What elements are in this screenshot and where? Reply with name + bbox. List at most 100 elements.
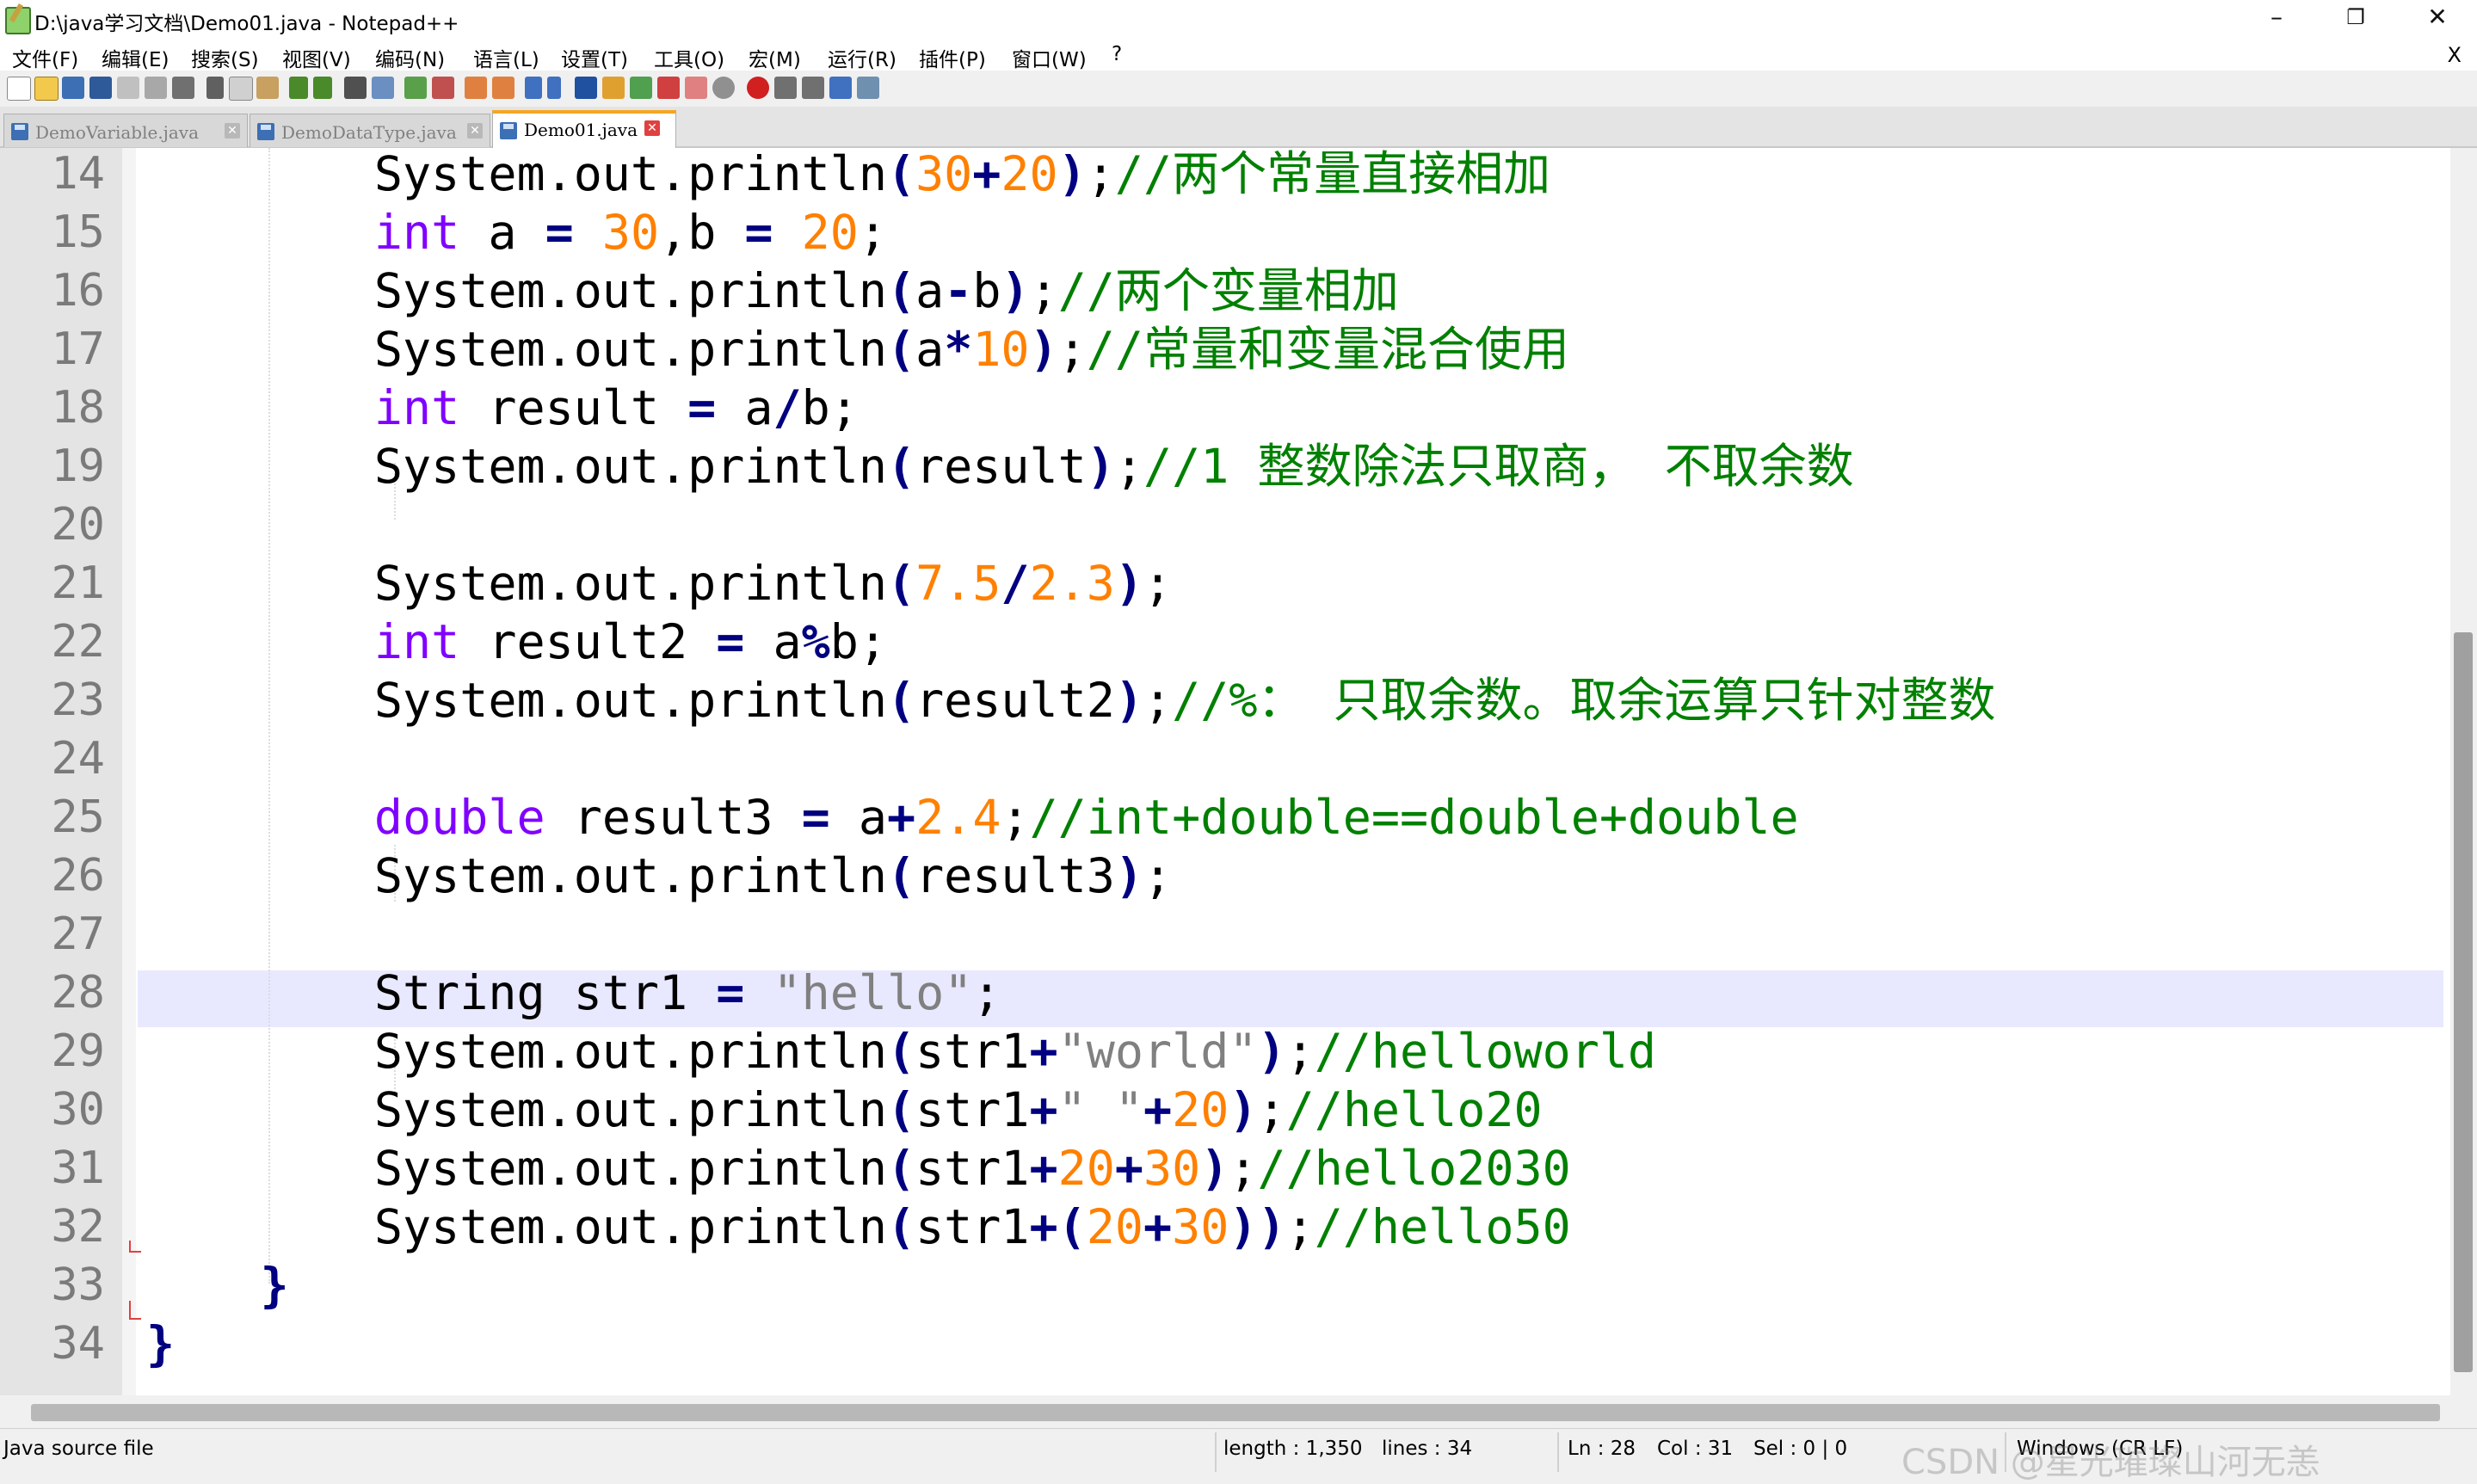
stop-record-icon[interactable] <box>774 77 797 99</box>
code-token: ) <box>1001 263 1030 318</box>
redo-icon[interactable] <box>313 77 332 99</box>
cut-icon[interactable] <box>206 77 224 99</box>
menu-settings[interactable]: 设置(T) <box>561 43 628 72</box>
line-number: 26 <box>51 850 105 902</box>
replace-icon[interactable] <box>372 77 394 99</box>
line-number: 30 <box>51 1084 105 1136</box>
code-token: } <box>146 1316 176 1371</box>
zoom-in-icon[interactable] <box>404 77 427 99</box>
sync-h-icon[interactable] <box>492 77 515 99</box>
close-all-icon[interactable] <box>145 77 167 99</box>
udl-icon[interactable] <box>602 77 625 99</box>
code-token: % <box>801 614 830 669</box>
line-number: 34 <box>51 1318 105 1370</box>
tab-bar: DemoVariable.java ✕ DemoDataType.java ✕ … <box>0 107 2477 150</box>
play-macro-icon[interactable] <box>802 77 824 99</box>
menu-plugins[interactable]: 插件(P) <box>919 43 986 72</box>
save-macro-icon[interactable] <box>857 77 879 99</box>
code-token: ( <box>886 673 916 728</box>
menu-file[interactable]: 文件(F) <box>12 43 78 72</box>
code-token: a <box>716 380 773 435</box>
func-list-icon[interactable] <box>657 77 680 99</box>
undo-icon[interactable] <box>289 77 308 99</box>
find-icon[interactable] <box>344 77 367 99</box>
code-token: / <box>773 380 802 435</box>
status-ln: Ln : 28 <box>1568 1438 1636 1460</box>
menu-macro[interactable]: 宏(M) <box>749 43 801 72</box>
close-document-button[interactable]: X <box>2448 43 2462 67</box>
line-number: 15 <box>51 206 105 258</box>
line-number: 19 <box>51 440 105 492</box>
code-token: + <box>1029 1141 1058 1196</box>
doc-map-icon[interactable] <box>630 77 652 99</box>
save-icon[interactable] <box>62 77 84 99</box>
code-token: ; <box>1001 790 1030 845</box>
menu-window[interactable]: 窗口(W) <box>1012 43 1087 72</box>
code-token: = <box>687 380 717 435</box>
fold-margin[interactable] <box>122 148 136 1395</box>
code-token: + <box>1143 1082 1173 1137</box>
code-token: result2 <box>915 673 1115 728</box>
line-number: 18 <box>51 382 105 434</box>
indent-guide-icon[interactable] <box>575 77 597 99</box>
menu-run[interactable]: 运行(R) <box>828 43 897 72</box>
zoom-out-icon[interactable] <box>432 77 454 99</box>
menu-search[interactable]: 搜索(S) <box>191 43 259 72</box>
open-file-icon[interactable] <box>34 77 59 101</box>
tab-close-icon[interactable]: ✕ <box>225 123 240 139</box>
code-token: ; <box>1143 556 1173 611</box>
tab-label: DemoVariable.java <box>35 122 200 143</box>
tab-demo01[interactable]: Demo01.java ✕ <box>492 110 676 150</box>
menu-tools[interactable]: 工具(O) <box>654 43 724 72</box>
menu-language[interactable]: 语言(L) <box>473 43 539 72</box>
record-macro-icon[interactable] <box>747 77 769 99</box>
menu-bar: 文件(F) 编辑(E) 搜索(S) 视图(V) 编码(N) 语言(L) 设置(T… <box>0 38 2477 71</box>
new-file-icon[interactable] <box>7 77 31 101</box>
tab-close-icon[interactable]: ✕ <box>467 123 483 139</box>
code-token: ( <box>886 848 916 903</box>
menu-view[interactable]: 视图(V) <box>282 43 351 72</box>
menu-help[interactable]: ? <box>1112 43 1122 65</box>
word-wrap-icon[interactable] <box>525 77 542 99</box>
code-token: //两个变量相加 <box>1057 263 1399 318</box>
print-icon[interactable] <box>172 77 194 99</box>
code-token: + <box>1029 1082 1058 1137</box>
code-token: } <box>260 1258 289 1313</box>
code-token: ( <box>886 1199 916 1254</box>
menu-encoding[interactable]: 编码(N) <box>375 43 445 72</box>
close-window-button[interactable]: ✕ <box>2398 0 2477 38</box>
tab-demovariable[interactable]: DemoVariable.java ✕ <box>3 114 248 147</box>
code-token: 2.3 <box>1029 556 1115 611</box>
line-number: 23 <box>51 674 105 726</box>
tab-demodatatype[interactable]: DemoDataType.java ✕ <box>250 114 490 147</box>
code-editor[interactable]: 14 15 16 17 18 19 20 21 22 23 24 25 26 2… <box>0 148 2477 1395</box>
code-line: System.out.println(7.5/2.3); <box>146 554 1172 613</box>
code-token: System.out.println <box>146 1024 887 1079</box>
show-all-chars-icon[interactable] <box>547 77 561 99</box>
code-token: +( <box>1029 1199 1087 1254</box>
copy-icon[interactable] <box>229 77 253 101</box>
line-number: 14 <box>51 148 105 200</box>
code-token: int <box>373 205 460 260</box>
code-token: 20 <box>1172 1082 1229 1137</box>
code-token: System.out.println <box>146 673 887 728</box>
code-token: 30 <box>1172 1199 1229 1254</box>
code-token: //1 整数除法只取商， 不取余数 <box>1143 439 1854 494</box>
run-macro-icon[interactable] <box>829 77 852 99</box>
monitor-icon[interactable] <box>712 77 735 99</box>
minimize-button[interactable]: – <box>2237 0 2316 38</box>
menu-edit[interactable]: 编辑(E) <box>102 43 169 72</box>
paste-icon[interactable] <box>256 77 279 99</box>
restore-button[interactable]: ❐ <box>2316 0 2395 38</box>
close-icon[interactable] <box>117 77 139 99</box>
code-token: //常量和变量混合使用 <box>1086 322 1570 377</box>
folder-icon[interactable] <box>685 77 707 99</box>
horizontal-scrollbar-thumb[interactable] <box>31 1404 2440 1421</box>
vertical-scrollbar-thumb[interactable] <box>2454 632 2473 1372</box>
tab-close-icon[interactable]: ✕ <box>644 120 660 136</box>
save-all-icon[interactable] <box>89 77 112 99</box>
notepad-plus-plus-icon <box>5 7 31 34</box>
sync-v-icon[interactable] <box>465 77 487 99</box>
